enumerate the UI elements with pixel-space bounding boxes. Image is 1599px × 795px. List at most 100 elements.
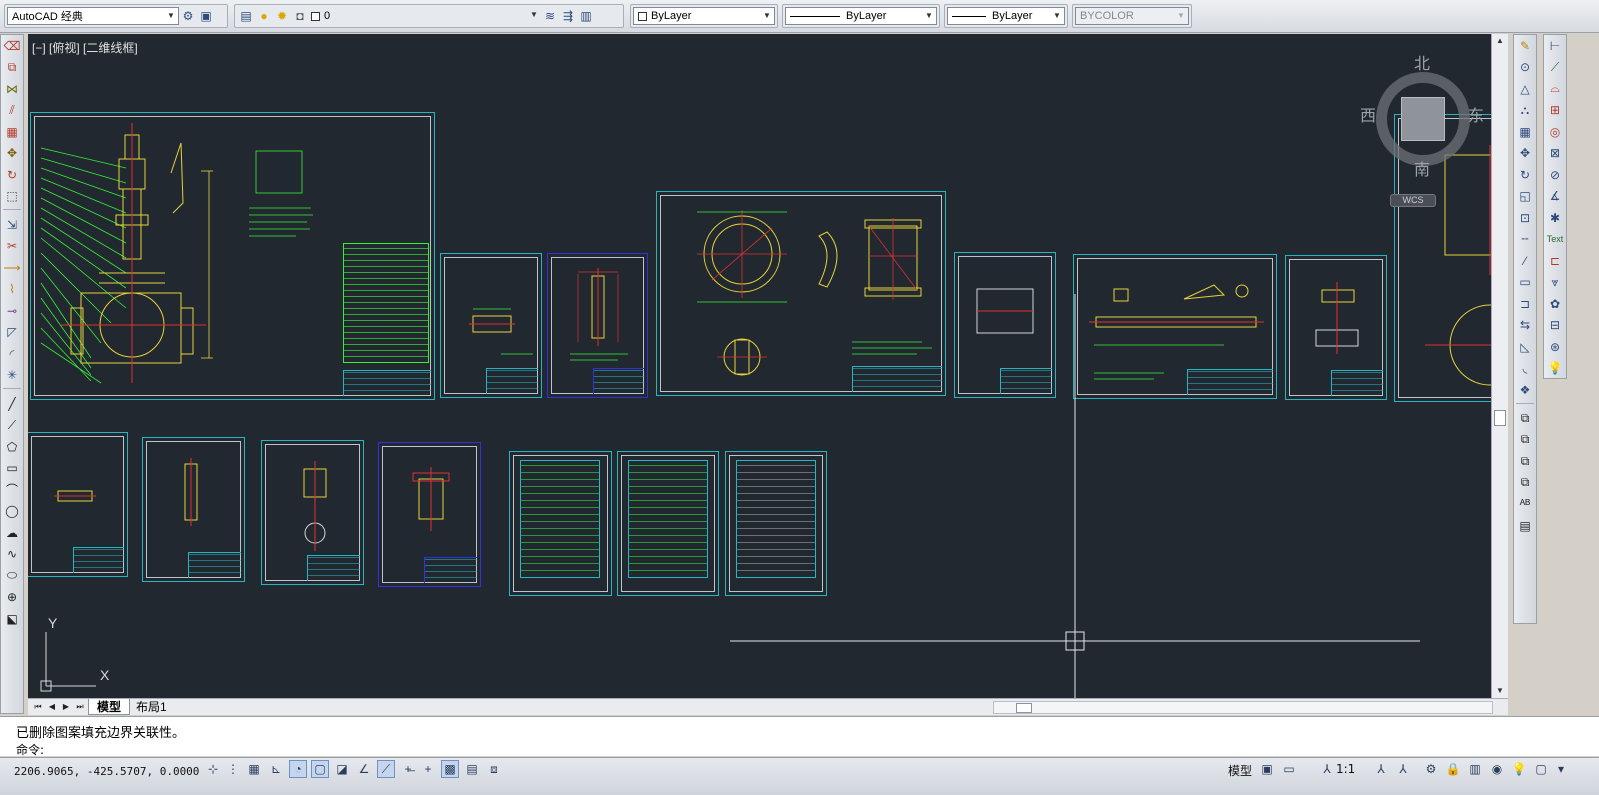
auto-scale-icon[interactable]: ⅄	[1394, 760, 1412, 778]
trim-icon[interactable]: ✂	[1, 236, 23, 258]
drawing-sheet-part-3[interactable]	[954, 252, 1056, 398]
scroll-down-icon[interactable]: ▼	[1492, 684, 1508, 698]
revcloud-icon[interactable]: ☁	[1, 522, 23, 544]
clean-screen-icon[interactable]: ▢	[1532, 760, 1550, 778]
workspace-dropdown[interactable]: AutoCAD 经典 ▼	[7, 7, 179, 25]
viewcube-west[interactable]: 西	[1360, 102, 1376, 126]
layer-on-icon[interactable]: ●	[255, 7, 273, 25]
drawing-sheet-part-2[interactable]	[547, 253, 648, 398]
drawing-sheet-body[interactable]	[656, 191, 946, 396]
quick-view-layouts-icon[interactable]: ▣	[1258, 760, 1276, 778]
tab-layout1[interactable]: 布局1	[128, 699, 175, 715]
tolerance-icon[interactable]: ⊟	[1544, 315, 1566, 337]
ortho-mode-icon[interactable]: ⊾	[267, 760, 285, 778]
next-tab-icon[interactable]: ▶	[60, 701, 72, 713]
annotation-scale-value[interactable]: 1:1	[1336, 762, 1355, 776]
move-cross-icon[interactable]: ✥	[1514, 143, 1536, 165]
break-icon[interactable]: ⌇	[1, 279, 23, 301]
triangle-icon[interactable]: △	[1514, 78, 1536, 100]
viewport-controls-label[interactable]: [−] [俯视] [二维线框]	[32, 39, 138, 56]
center-mark-icon[interactable]: ⊛	[1544, 336, 1566, 358]
drawing-sheet-list-1[interactable]	[509, 451, 612, 596]
quick-dim-icon[interactable]: ✱	[1544, 207, 1566, 229]
transparency-icon[interactable]: ▩	[441, 760, 459, 778]
arc-length-icon[interactable]: ⌓	[1544, 78, 1566, 100]
chamfer-icon[interactable]: ◸	[1, 322, 23, 344]
shape-icon[interactable]: ⛬	[1514, 100, 1536, 122]
grid-display-icon[interactable]: ▦	[245, 760, 263, 778]
drawing-canvas[interactable]: [−] [俯视] [二维线框] Y X 北 南 东 西 WCS	[28, 34, 1491, 698]
infer-constraints-icon[interactable]: ⊹	[204, 760, 222, 778]
command-prompt[interactable]: 命令:	[16, 741, 44, 758]
3d-object-snap-icon[interactable]: ◪	[333, 760, 351, 778]
rotate-icon[interactable]: ↻	[1514, 164, 1536, 186]
workspace-settings-icon[interactable]: ⚙	[179, 7, 197, 25]
drawing-sheet-part-1[interactable]	[440, 253, 542, 398]
polar-tracking-icon[interactable]: ◔	[289, 760, 307, 778]
explode-icon[interactable]: ✳	[1, 365, 23, 387]
quick-view-drawings-icon[interactable]: ▭	[1280, 760, 1298, 778]
drawing-sheet-list-3[interactable]	[725, 451, 827, 596]
horizontal-scroll-thumb[interactable]	[1016, 703, 1032, 713]
explode-icon[interactable]: ❖	[1514, 379, 1536, 401]
circle-icon[interactable]: ◯	[1, 501, 23, 523]
line-icon[interactable]: ╱	[1, 393, 23, 415]
ellipse-icon[interactable]: ⬭	[1, 565, 23, 587]
layer-states-icon[interactable]: ▥	[577, 7, 595, 25]
polygon-icon[interactable]: ⬠	[1, 436, 23, 458]
array-icon[interactable]: ▦	[1, 121, 23, 143]
model-space-label[interactable]: 模型	[1228, 762, 1252, 779]
drawing-sheet-list-2[interactable]	[617, 451, 719, 596]
vertical-scrollbar[interactable]: ▲ ▼	[1491, 34, 1508, 698]
layer-manager-icon[interactable]: ▤	[237, 7, 255, 25]
lock-ui-icon[interactable]: 🔒	[1444, 760, 1462, 778]
bracket-icon[interactable]: ⊐	[1514, 293, 1536, 315]
insert-block-icon[interactable]: ⊕	[1, 587, 23, 609]
viewcube-north[interactable]: 北	[1414, 50, 1430, 74]
rectangle-icon[interactable]: ▭	[1, 458, 23, 480]
properties-icon[interactable]: ⊙	[1514, 57, 1536, 79]
viewcube-top-face[interactable]	[1401, 97, 1445, 141]
hardware-acceleration-icon[interactable]: ▥	[1466, 760, 1484, 778]
corner-icon[interactable]: ◺	[1514, 336, 1536, 358]
move-icon[interactable]: ✥	[1, 143, 23, 165]
annotation-visibility-icon[interactable]: ⅄	[1372, 760, 1390, 778]
slash-line-icon[interactable]: ⁄	[1514, 250, 1536, 272]
ordinate-icon[interactable]: ⊞	[1544, 100, 1566, 122]
prev-tab-icon[interactable]: ◀	[46, 701, 58, 713]
spline-icon[interactable]: ∿	[1, 544, 23, 566]
application-status-menu-icon[interactable]: ▾	[1552, 760, 1570, 778]
draworder-front-icon[interactable]: ⧉	[1514, 408, 1536, 430]
extend-icon[interactable]: ⟶	[1, 257, 23, 279]
text-to-front-icon[interactable]: ᴬᴮ	[1514, 494, 1536, 516]
fillet-icon[interactable]: ◜	[1, 343, 23, 365]
jogged-icon[interactable]: ⊠	[1544, 143, 1566, 165]
layer-thaw-icon[interactable]: ✹	[273, 7, 291, 25]
viewcube-south[interactable]: 南	[1414, 156, 1430, 180]
arrows-icon[interactable]: ⇆	[1514, 315, 1536, 337]
lightbulb-icon[interactable]: 💡	[1510, 760, 1528, 778]
polyline-icon[interactable]: ⟋	[1, 415, 23, 437]
copy-icon[interactable]: ⧉	[1, 57, 23, 79]
lightbulb-icon[interactable]: 💡	[1544, 358, 1566, 380]
dynamic-ucs-icon[interactable]: ⟋	[377, 760, 395, 778]
wcs-menu[interactable]: WCS	[1390, 194, 1436, 207]
vertical-scroll-thumb[interactable]	[1494, 410, 1506, 426]
drawing-sheet-part-5[interactable]	[28, 432, 128, 577]
arc-icon[interactable]: ⌒	[1, 479, 23, 501]
first-tab-icon[interactable]: ⏮	[32, 701, 44, 713]
offset-icon[interactable]: ⫽	[1, 100, 23, 122]
continue-icon[interactable]: ⩔	[1544, 272, 1566, 294]
join-icon[interactable]: ⊸	[1, 300, 23, 322]
baseline-icon[interactable]: ⊏	[1544, 250, 1566, 272]
layer-unlocked-icon[interactable]: ◘	[291, 7, 309, 25]
color-dropdown[interactable]: ByLayer ▼	[633, 7, 775, 25]
erase-icon[interactable]: ⌫	[1, 35, 23, 57]
drawing-sheet-part-8[interactable]	[378, 442, 481, 587]
mirror-icon[interactable]: ⋈	[1, 78, 23, 100]
rotate-icon[interactable]: ↻	[1, 164, 23, 186]
isolate-objects-icon[interactable]: ◉	[1488, 760, 1506, 778]
dynamic-input-icon[interactable]: +̶	[399, 760, 417, 778]
drawing-sheet-part-6[interactable]	[142, 437, 245, 582]
box-icon[interactable]: ▭	[1514, 272, 1536, 294]
